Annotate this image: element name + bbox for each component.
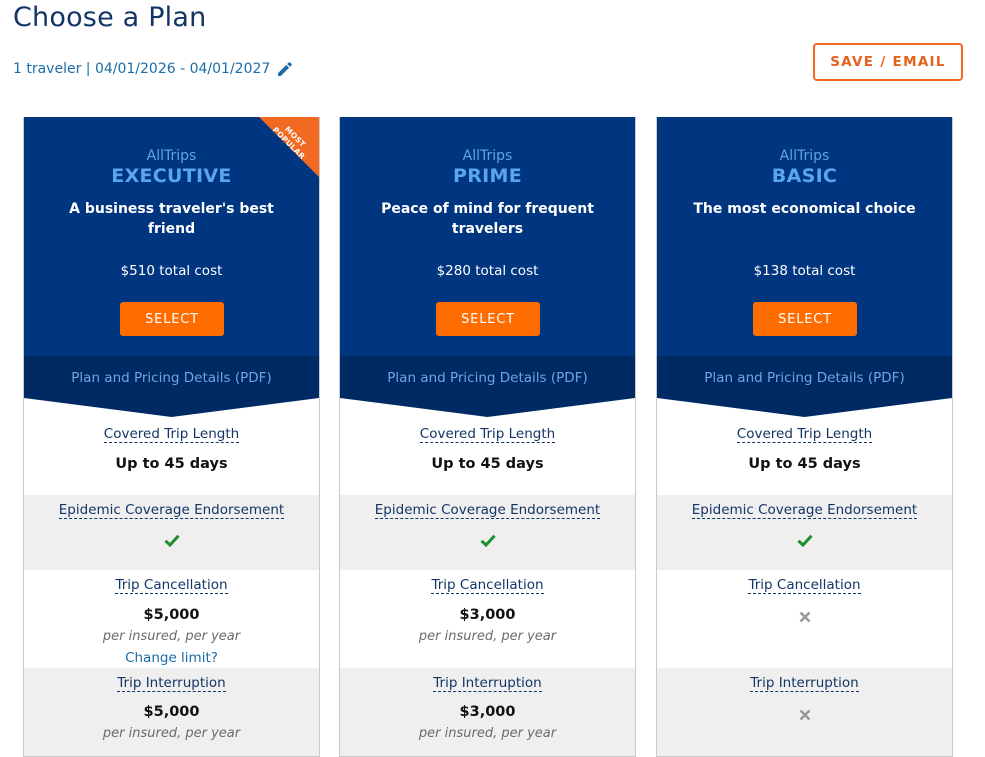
epidemic-label[interactable]: Epidemic Coverage Endorsement [374, 502, 601, 519]
plan-header: MOST POPULAR AllTrips EXECUTIVE A busine… [24, 117, 319, 356]
chevron-divider [657, 397, 952, 417]
trip-length-value: Up to 45 days [431, 456, 544, 472]
plan-card-executive: MOST POPULAR AllTrips EXECUTIVE A busine… [23, 117, 320, 757]
plan-pdf-link[interactable]: Plan and Pricing Details (PDF) [24, 356, 319, 397]
trip-interruption-value: $5,000 [143, 704, 200, 720]
trip-cancellation-note: per insured, per year [418, 629, 557, 644]
row-trip-length: Covered Trip Length Up to 45 days [657, 417, 952, 495]
trip-interruption-label[interactable]: Trip Interruption [117, 675, 226, 692]
plan-header: AllTrips BASIC The most economical choic… [657, 117, 952, 356]
plan-tagline: A business traveler's best friend [69, 201, 274, 237]
row-epidemic: Epidemic Coverage Endorsement [657, 495, 952, 570]
most-popular-badge: MOST POPULAR [259, 117, 319, 177]
select-prime-button[interactable]: SELECT [436, 302, 540, 336]
row-trip-interruption: Trip Interruption [657, 668, 952, 756]
row-trip-interruption: Trip Interruption $3,000 per insured, pe… [340, 668, 635, 756]
trip-summary-text: 1 traveler | 04/01/2026 - 04/01/2027 [13, 61, 271, 77]
row-trip-interruption: Trip Interruption $5,000 per insured, pe… [24, 668, 319, 756]
row-epidemic: Epidemic Coverage Endorsement [340, 495, 635, 570]
plan-card-prime: AllTrips PRIME Peace of mind for frequen… [339, 117, 636, 757]
save-email-button[interactable]: SAVE / EMAIL [813, 43, 963, 81]
trip-interruption-label[interactable]: Trip Interruption [433, 675, 542, 692]
trip-cancellation-label[interactable]: Trip Cancellation [431, 577, 544, 594]
trip-length-value: Up to 45 days [748, 456, 861, 472]
plan-tagline: Peace of mind for frequent travelers [381, 201, 594, 237]
chevron-divider [24, 397, 319, 417]
plan-price: $510 total cost [120, 263, 223, 279]
trip-interruption-note: per insured, per year [102, 726, 241, 741]
trip-cancellation-label[interactable]: Trip Cancellation [748, 577, 861, 594]
trip-length-label[interactable]: Covered Trip Length [419, 426, 556, 443]
plan-name: PRIME [452, 165, 522, 187]
row-trip-cancellation: Trip Cancellation $3,000 per insured, pe… [340, 570, 635, 668]
trip-summary[interactable]: 1 traveler | 04/01/2026 - 04/01/2027 [13, 60, 294, 78]
pencil-icon[interactable] [276, 60, 294, 78]
row-trip-length: Covered Trip Length Up to 45 days [340, 417, 635, 495]
trip-cancellation-note: per insured, per year [102, 629, 241, 644]
row-epidemic: Epidemic Coverage Endorsement [24, 495, 319, 570]
plan-price: $280 total cost [436, 263, 539, 279]
plan-pdf-link[interactable]: Plan and Pricing Details (PDF) [657, 356, 952, 397]
trip-interruption-note: per insured, per year [418, 726, 557, 741]
x-icon [799, 608, 811, 627]
epidemic-label[interactable]: Epidemic Coverage Endorsement [691, 502, 918, 519]
change-limit-link[interactable]: Change limit? [24, 650, 319, 666]
check-icon [796, 532, 813, 551]
trip-length-label[interactable]: Covered Trip Length [103, 426, 240, 443]
plan-name: BASIC [771, 165, 838, 187]
trip-cancellation-value: $5,000 [143, 607, 200, 623]
plan-header: AllTrips PRIME Peace of mind for frequen… [340, 117, 635, 356]
select-basic-button[interactable]: SELECT [753, 302, 857, 336]
row-trip-cancellation: Trip Cancellation [657, 570, 952, 668]
row-trip-length: Covered Trip Length Up to 45 days [24, 417, 319, 495]
check-icon [479, 532, 496, 551]
trip-length-value: Up to 45 days [115, 456, 228, 472]
trip-length-label[interactable]: Covered Trip Length [736, 426, 873, 443]
select-executive-button[interactable]: SELECT [120, 302, 224, 336]
chevron-divider [340, 397, 635, 417]
plan-brand: AllTrips [462, 148, 513, 164]
plan-pdf-link[interactable]: Plan and Pricing Details (PDF) [340, 356, 635, 397]
trip-cancellation-value: $3,000 [459, 607, 516, 623]
page-title: Choose a Plan [13, 2, 207, 33]
check-icon [163, 532, 180, 551]
plan-tagline: The most economical choice [693, 201, 916, 217]
epidemic-label[interactable]: Epidemic Coverage Endorsement [58, 502, 285, 519]
trip-interruption-value: $3,000 [459, 704, 516, 720]
trip-interruption-label[interactable]: Trip Interruption [750, 675, 859, 692]
row-trip-cancellation: Trip Cancellation $5,000 per insured, pe… [24, 570, 319, 668]
plan-brand: AllTrips [779, 148, 830, 164]
plan-card-basic: AllTrips BASIC The most economical choic… [656, 117, 953, 757]
x-icon [799, 706, 811, 725]
plan-price: $138 total cost [753, 263, 856, 279]
trip-cancellation-label[interactable]: Trip Cancellation [115, 577, 228, 594]
